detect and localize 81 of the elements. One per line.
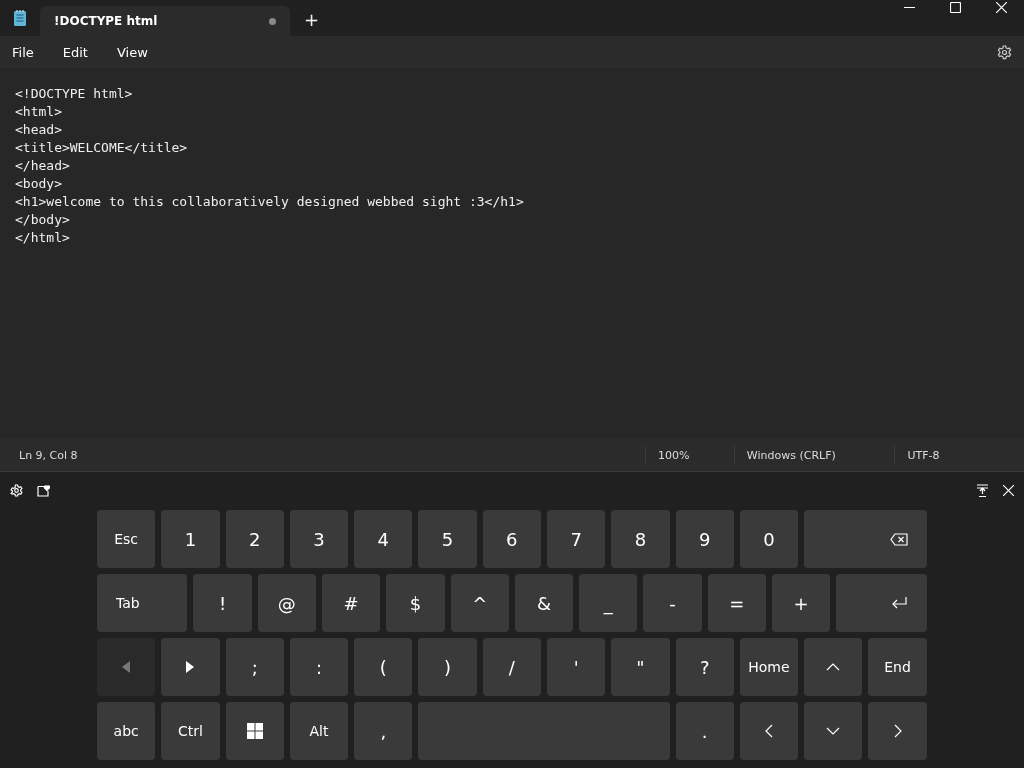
- keyboard-key[interactable]: ?: [675, 638, 734, 696]
- keyboard-key[interactable]: -: [643, 574, 702, 632]
- dock-button[interactable]: [976, 483, 989, 497]
- keyboard-key[interactable]: End: [868, 638, 927, 696]
- keyboard-key[interactable]: [225, 702, 284, 760]
- keyboard-key[interactable]: 5: [418, 510, 477, 568]
- keyboard-key[interactable]: ,: [354, 702, 413, 760]
- keyboard-key[interactable]: $: [386, 574, 445, 632]
- keyboard-key[interactable]: abc: [97, 702, 156, 760]
- code-line: <!DOCTYPE html>: [15, 85, 134, 103]
- keyboard-key[interactable]: ": [611, 638, 670, 696]
- keyboard-key[interactable]: @: [257, 574, 316, 632]
- keyboard-key[interactable]: _: [579, 574, 638, 632]
- keyboard-close-button[interactable]: [1003, 484, 1014, 496]
- keyboard-key[interactable]: Ctrl: [161, 702, 220, 760]
- notepad-icon: [13, 9, 27, 27]
- heart-note-icon: [37, 483, 50, 497]
- keyboard-key[interactable]: 7: [546, 510, 606, 568]
- keyboard-key[interactable]: Home: [739, 638, 799, 696]
- menu-item[interactable]: View: [116, 44, 148, 60]
- backspace-icon: [889, 532, 908, 546]
- keyboard-key[interactable]: 4: [354, 510, 413, 568]
- keyboard-key[interactable]: =: [707, 574, 766, 632]
- status-text: 100%: [657, 448, 691, 462]
- keyboard-key[interactable]: 8: [611, 510, 670, 568]
- keyboard-settings-button[interactable]: [10, 483, 23, 497]
- keyboard-key[interactable]: 2: [225, 510, 284, 568]
- settings-button[interactable]: [997, 44, 1012, 60]
- windows-logo-icon: [246, 723, 263, 739]
- keyboard-key[interactable]: !: [193, 574, 252, 632]
- chevron-right-icon: [893, 724, 902, 738]
- space-bar[interactable]: [418, 702, 670, 760]
- minimize-icon: [903, 6, 915, 8]
- code-line: <head>: [15, 121, 63, 139]
- enter-icon: [890, 596, 908, 610]
- keyboard-key[interactable]: ': [546, 638, 606, 696]
- chevron-left-icon: [764, 724, 773, 738]
- menu-item[interactable]: Edit: [62, 44, 88, 60]
- new-tab-button[interactable]: +: [300, 9, 324, 30]
- maximize-icon: [949, 1, 961, 13]
- chevron-down-icon: [826, 727, 841, 735]
- keyboard-key[interactable]: 3: [289, 510, 349, 568]
- keyboard-key[interactable]: 0: [739, 510, 799, 568]
- keyboard-key[interactable]: 9: [675, 510, 734, 568]
- settings-icon: [997, 44, 1012, 60]
- keyboard-key[interactable]: Alt: [289, 702, 349, 760]
- close-icon: [995, 1, 1007, 13]
- keyboard-key[interactable]: ;: [225, 638, 284, 696]
- sticker-button[interactable]: [37, 483, 50, 497]
- code-line: <h1>welcome to this collaboratively designed webbed sight :3</h1>: [15, 193, 525, 211]
- keyboard-key[interactable]: ): [418, 638, 477, 696]
- tab-title: !DOCTYPE html: [54, 14, 158, 28]
- status-text: Ln 9, Col 8: [18, 448, 79, 462]
- keyboard-key[interactable]: ^: [450, 574, 509, 632]
- keyboard-key[interactable]: /: [482, 638, 541, 696]
- keyboard-key[interactable]: .: [675, 702, 734, 760]
- status-text: Windows (CRLF): [745, 448, 837, 462]
- keyboard-key[interactable]: :: [289, 638, 349, 696]
- keyboard-key[interactable]: &: [514, 574, 574, 632]
- code-line: <html>: [15, 103, 63, 121]
- keyboard-key[interactable]: Esc: [97, 510, 156, 568]
- code-line: <body>: [15, 175, 63, 193]
- status-text: UTF-8: [906, 448, 941, 462]
- code-line: </body>: [15, 211, 71, 229]
- document-tab[interactable]: !DOCTYPE html: [40, 6, 290, 36]
- triangle-right-icon: [186, 661, 195, 673]
- keyboard-key[interactable]: (: [354, 638, 413, 696]
- triangle-left-icon: [122, 661, 131, 673]
- keyboard-key[interactable]: +: [771, 574, 831, 632]
- menu-item[interactable]: File: [12, 44, 34, 60]
- keyboard-key[interactable]: #: [322, 574, 381, 632]
- settings-icon: [10, 483, 23, 497]
- close-icon: [1003, 484, 1014, 496]
- keyboard-key[interactable]: 6: [482, 510, 541, 568]
- chevron-up-icon: [826, 663, 841, 671]
- dock-icon: [976, 483, 989, 497]
- code-line: <title>WELCOME</title>: [15, 139, 189, 157]
- code-line: </html>: [15, 229, 71, 247]
- keyboard-key[interactable]: 1: [161, 510, 220, 568]
- code-line: </head>: [15, 157, 71, 175]
- keyboard-key[interactable]: Tab: [97, 574, 188, 632]
